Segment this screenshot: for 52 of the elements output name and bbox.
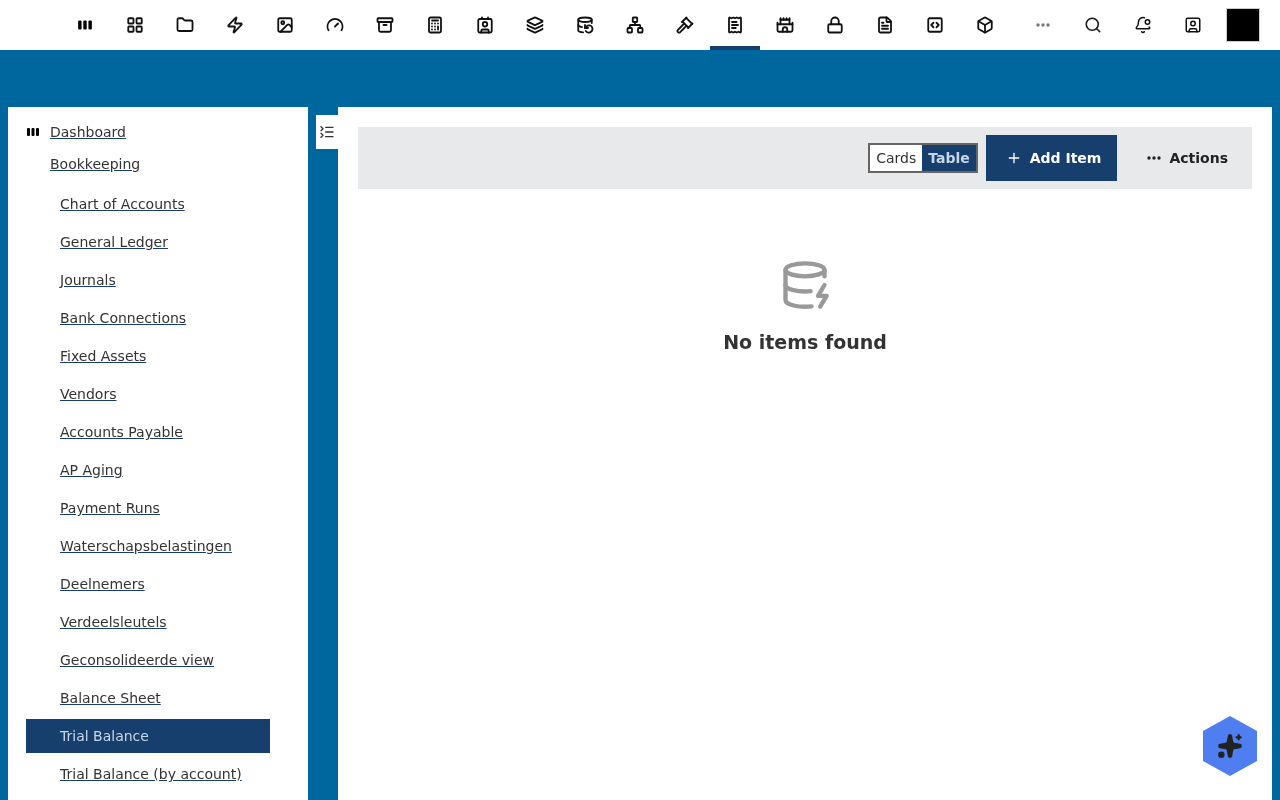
sparkles-icon (1217, 733, 1243, 759)
invoice-icon (726, 16, 744, 34)
avatar[interactable] (1226, 8, 1260, 42)
image-icon (276, 16, 294, 34)
view-option[interactable]: Cards (870, 145, 923, 171)
collapse-sidebar-button[interactable] (316, 115, 338, 149)
sidebar-item[interactable]: Waterschapsbelastingen (26, 529, 270, 563)
grid-icon (126, 16, 144, 34)
calculator-icon (426, 16, 444, 34)
cube-icon (976, 16, 994, 34)
lightning-icon (226, 16, 244, 34)
add-item-button[interactable]: Add Item (985, 135, 1118, 181)
layers-icon (526, 16, 544, 34)
sidebar-item[interactable]: Trial Balance (by account) (26, 757, 270, 791)
actions-button[interactable]: Actions (1125, 135, 1242, 181)
archive-icon (376, 16, 394, 34)
columns-icon (77, 17, 93, 33)
sidebar-item[interactable]: Payment Runs (26, 491, 270, 525)
sidebar-item[interactable]: Deelnemers (26, 567, 270, 601)
sidebar-item[interactable]: Bank Connections (26, 301, 270, 335)
sidebar-item[interactable]: AP Aging (26, 453, 270, 487)
code-icon (926, 16, 944, 34)
sidebar-item[interactable]: Vendors (26, 377, 270, 411)
gauge-icon (326, 16, 344, 34)
network-icon (626, 16, 644, 34)
sidebar-item[interactable]: Journals (26, 263, 270, 297)
document-icon (876, 16, 894, 34)
sidebar-item[interactable]: Fixed Assets (26, 339, 270, 373)
gavel-icon (676, 16, 694, 34)
bookkeeping-link[interactable]: Bookkeeping (50, 156, 141, 172)
sidebar-item[interactable]: Verdeelsleutels (26, 605, 270, 639)
folder-icon (176, 16, 194, 34)
columns-icon (26, 125, 40, 139)
sidebar-item[interactable]: Chart of Accounts (26, 187, 270, 221)
sidebar-item[interactable]: Geconsolideerde view (26, 643, 270, 677)
sidebar-item[interactable]: Trial Balance (26, 719, 270, 753)
collapse-icon (319, 124, 335, 140)
database-icon (576, 16, 594, 34)
castle-icon (776, 16, 794, 34)
contact-card-icon (1184, 16, 1202, 34)
more-icon (1147, 156, 1162, 160)
search-icon (1084, 16, 1102, 34)
empty-message: No items found (723, 331, 887, 353)
more-icon (1036, 23, 1050, 27)
sidebar-item[interactable]: Balance Sheet (26, 681, 270, 715)
lock-icon (826, 16, 844, 34)
sidebar-item[interactable]: General Ledger (26, 225, 270, 259)
view-option[interactable]: Table (922, 145, 976, 171)
dashboard-link[interactable]: Dashboard (50, 124, 126, 140)
contact-icon (476, 16, 494, 34)
sidebar-item[interactable]: Accounts Payable (26, 415, 270, 449)
bell-icon (1134, 16, 1152, 34)
